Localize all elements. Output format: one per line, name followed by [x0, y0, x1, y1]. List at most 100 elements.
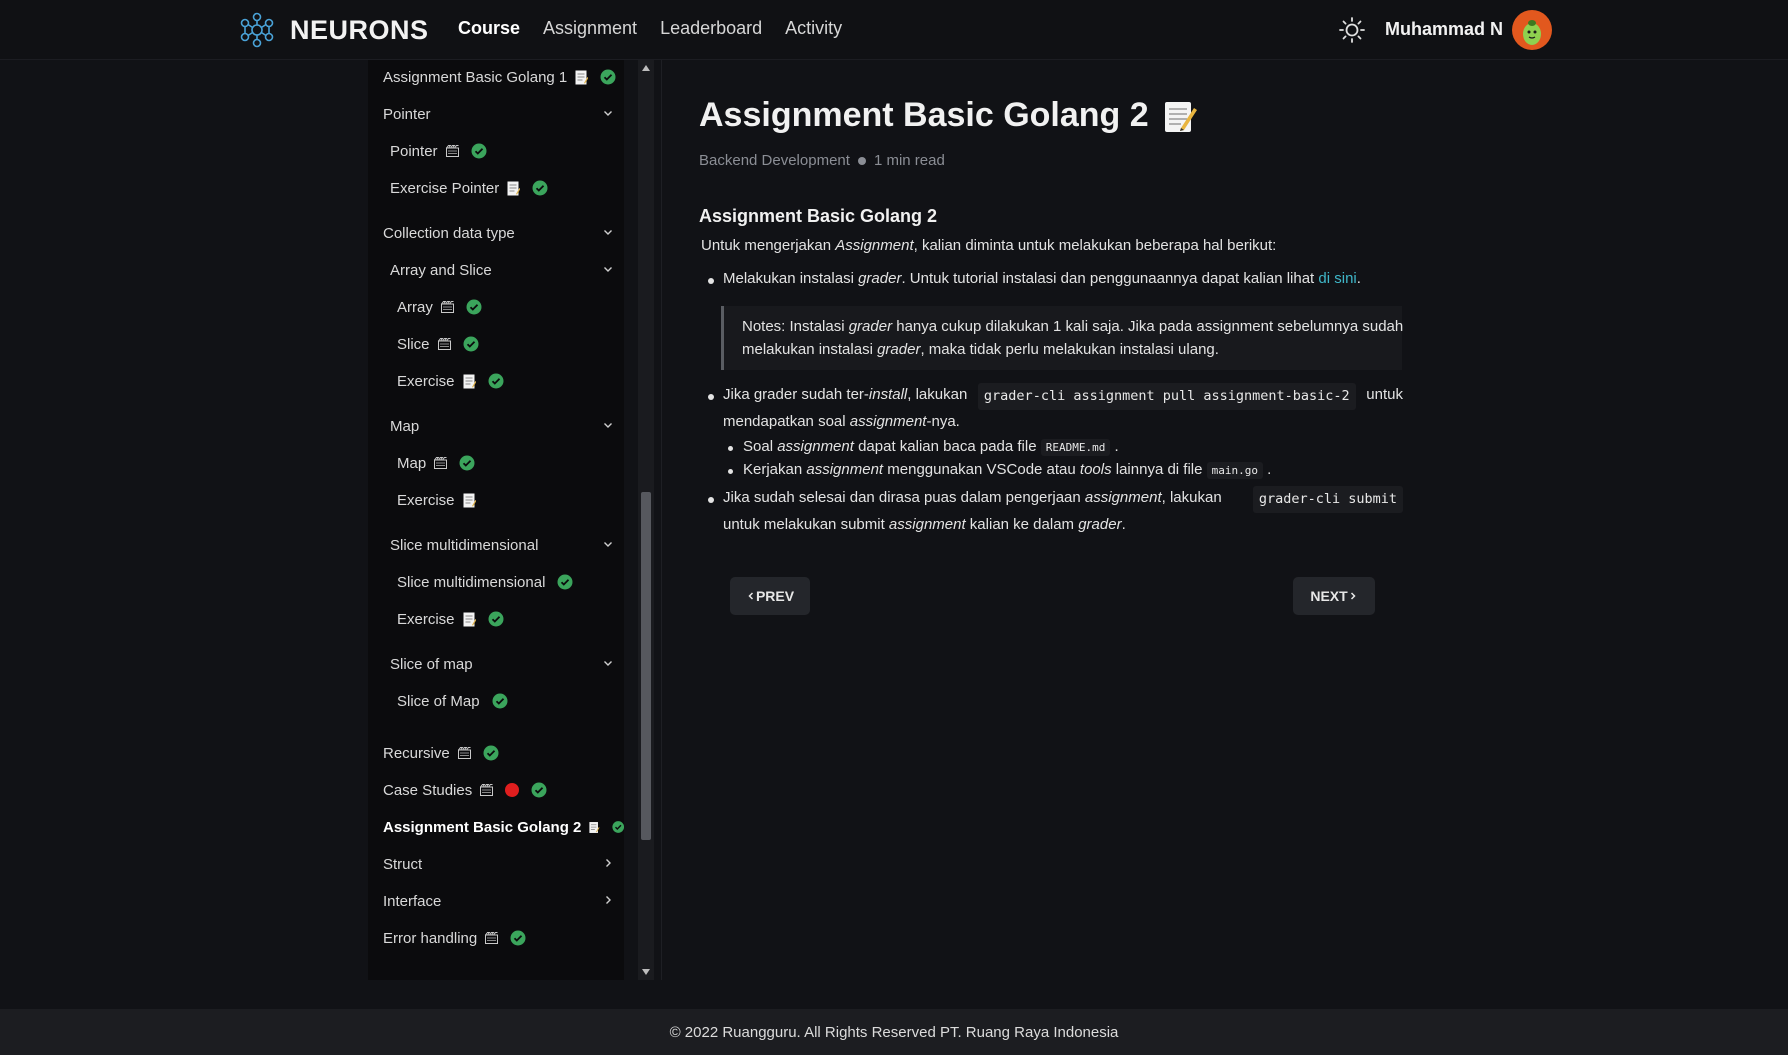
- completed-check-icon: [488, 611, 504, 627]
- readme-filename-code: README.md: [1040, 439, 1111, 456]
- completed-check-icon: [600, 69, 616, 85]
- video-icon: [434, 457, 448, 469]
- sidebar-item-label: Case Studies: [383, 781, 473, 799]
- sidebar-item-map[interactable]: Map: [368, 446, 624, 480]
- list-bullet: [728, 446, 733, 451]
- sidebar-section-pointer[interactable]: Pointer: [368, 97, 624, 131]
- main-go-filename-code: main.go: [1206, 462, 1264, 479]
- doc-icon: [575, 70, 589, 84]
- sidebar-section-slice-multidimensional[interactable]: Slice multidimensional: [368, 528, 624, 562]
- theme-toggle-sun-icon[interactable]: [1338, 16, 1366, 44]
- page-title: Assignment Basic Golang 2: [699, 96, 1197, 135]
- di-sini-link[interactable]: di sini: [1318, 270, 1356, 287]
- nav-leaderboard[interactable]: Leaderboard: [660, 18, 762, 39]
- sidebar-section-label: Pointer: [383, 105, 431, 123]
- completed-check-icon: [463, 336, 479, 352]
- article-category: Backend Development: [699, 152, 850, 169]
- sidebar-item-error-handling[interactable]: Error handling: [368, 921, 624, 955]
- sidebar-section-collection-data-type[interactable]: Collection data type: [368, 216, 624, 250]
- sidebar-item-label: Slice of Map: [397, 692, 480, 710]
- completed-check-icon: [611, 821, 624, 833]
- sidebar-section-label: Array and Slice: [390, 261, 492, 279]
- sidebar-section-interface[interactable]: Interface: [368, 884, 624, 918]
- nav-assignment[interactable]: Assignment: [543, 18, 637, 39]
- scroll-up-arrow-icon[interactable]: [641, 64, 651, 72]
- chevron-right-icon: [606, 859, 611, 867]
- list-item-pull-assignment: Jika grader sudah ter-install, lakukan g…: [723, 383, 1403, 433]
- sidebar-item-label: Assignment Basic Golang 1: [383, 68, 568, 86]
- sidebar-item-exercise-pointer[interactable]: Exercise Pointer: [368, 171, 624, 205]
- sidebar-item-case-studies[interactable]: Case Studies: [368, 773, 624, 807]
- sidebar-item-slice-multidimensional[interactable]: Slice multidimensional: [368, 565, 624, 599]
- list-bullet: [728, 469, 733, 474]
- prev-button[interactable]: PREV: [730, 577, 810, 615]
- meta-separator-dot: [857, 156, 866, 165]
- sidebar-section-slice-of-map[interactable]: Slice of map: [368, 647, 624, 681]
- completed-check-icon: [510, 930, 526, 946]
- sidebar-item-slice-of-map[interactable]: Slice of Map: [368, 684, 624, 718]
- sidebar-item-assignment-basic-golang-2[interactable]: Assignment Basic Golang 2: [368, 810, 624, 844]
- doc-icon: [589, 821, 600, 833]
- sidebar-scrollbar-thumb[interactable]: [641, 492, 651, 840]
- sidebar-item-array[interactable]: Array: [368, 290, 624, 324]
- sidebar-section-label: Collection data type: [383, 224, 515, 242]
- chevron-down-icon: [604, 267, 612, 272]
- main-nav: Course Assignment Leaderboard Activity: [458, 18, 865, 39]
- video-icon: [485, 932, 499, 944]
- list-item-submit: Jika sudah selesai dan dirasa puas dalam…: [723, 486, 1403, 536]
- completed-check-icon: [459, 455, 475, 471]
- chevron-right-icon: [1350, 592, 1356, 600]
- scroll-down-arrow-icon[interactable]: [641, 968, 651, 976]
- sidebar-item-label: Pointer: [390, 142, 438, 160]
- completed-check-icon: [466, 299, 482, 315]
- sidebar-section-label: Slice multidimensional: [390, 536, 539, 554]
- sidebar-item-label: Map: [397, 454, 427, 472]
- submit-command-code[interactable]: grader-cli submit: [1252, 486, 1403, 513]
- sidebar-item-exercise-array-slice[interactable]: Exercise: [368, 364, 624, 398]
- sidebar-item-slice[interactable]: Slice: [368, 327, 624, 361]
- sidebar-item-exercise-slice-multidimensional[interactable]: Exercise: [368, 602, 624, 636]
- sidebar-item-assignment-basic-golang-1[interactable]: Assignment Basic Golang 1: [368, 60, 624, 94]
- section-heading: Assignment Basic Golang 2: [699, 206, 938, 226]
- footer-copyright: © 2022 Ruangguru. All Rights Reserved PT…: [669, 1023, 1119, 1041]
- list-bullet: [708, 497, 714, 503]
- sidebar-section-label: Map: [390, 417, 420, 435]
- sidebar-item-exercise-map[interactable]: Exercise: [368, 483, 624, 517]
- next-button[interactable]: NEXT: [1293, 577, 1375, 615]
- neurons-logo-icon: [240, 12, 274, 48]
- sidebar-section-struct[interactable]: Struct: [368, 847, 624, 881]
- video-icon: [440, 301, 454, 313]
- sidebar-section-label: Struct: [383, 855, 423, 873]
- doc-icon: [463, 612, 476, 626]
- memo-icon: [1164, 101, 1197, 132]
- sidebar-item-pointer-video[interactable]: Pointer: [368, 134, 624, 168]
- list-bullet: [708, 394, 714, 400]
- user-name[interactable]: Muhammad N: [1385, 19, 1503, 40]
- sidebar-item-label: Slice multidimensional: [397, 573, 546, 591]
- page-title-text: Assignment Basic Golang 2: [699, 96, 1149, 134]
- completed-check-icon: [483, 745, 499, 761]
- brand[interactable]: NEURONS: [238, 10, 429, 50]
- pull-command-code[interactable]: grader-cli assignment pull assignment-ba…: [977, 383, 1356, 410]
- sidebar-section-map[interactable]: Map: [368, 409, 624, 443]
- footer: © 2022 Ruangguru. All Rights Reserved PT…: [0, 1009, 1788, 1055]
- sidebar-item-label: Exercise: [397, 610, 455, 628]
- video-icon: [445, 145, 459, 157]
- sidebar-section-array-and-slice[interactable]: Array and Slice: [368, 253, 624, 287]
- nav-course[interactable]: Course: [458, 18, 520, 39]
- sidebar-item-recursive[interactable]: Recursive: [368, 736, 624, 770]
- completed-check-icon: [557, 574, 573, 590]
- chevron-right-icon: [606, 896, 611, 904]
- doc-icon: [463, 493, 476, 507]
- intro-paragraph: Untuk mengerjakan Assignment, kalian dim…: [701, 237, 1277, 254]
- top-navbar: NEURONS Course Assignment Leaderboard Ac…: [0, 0, 1788, 60]
- avatar[interactable]: [1512, 10, 1552, 50]
- list-item-install-grader: Melakukan instalasi grader. Untuk tutori…: [723, 270, 1361, 287]
- completed-check-icon: [531, 782, 547, 798]
- nav-activity[interactable]: Activity: [785, 18, 842, 39]
- sidebar-item-label: Assignment Basic Golang 2: [383, 818, 582, 836]
- sidebar-section-label: Interface: [383, 892, 442, 910]
- sidebar-section-label: Slice of map: [390, 655, 473, 673]
- completed-check-icon: [471, 143, 487, 159]
- sidebar-item-label: Error handling: [383, 929, 478, 947]
